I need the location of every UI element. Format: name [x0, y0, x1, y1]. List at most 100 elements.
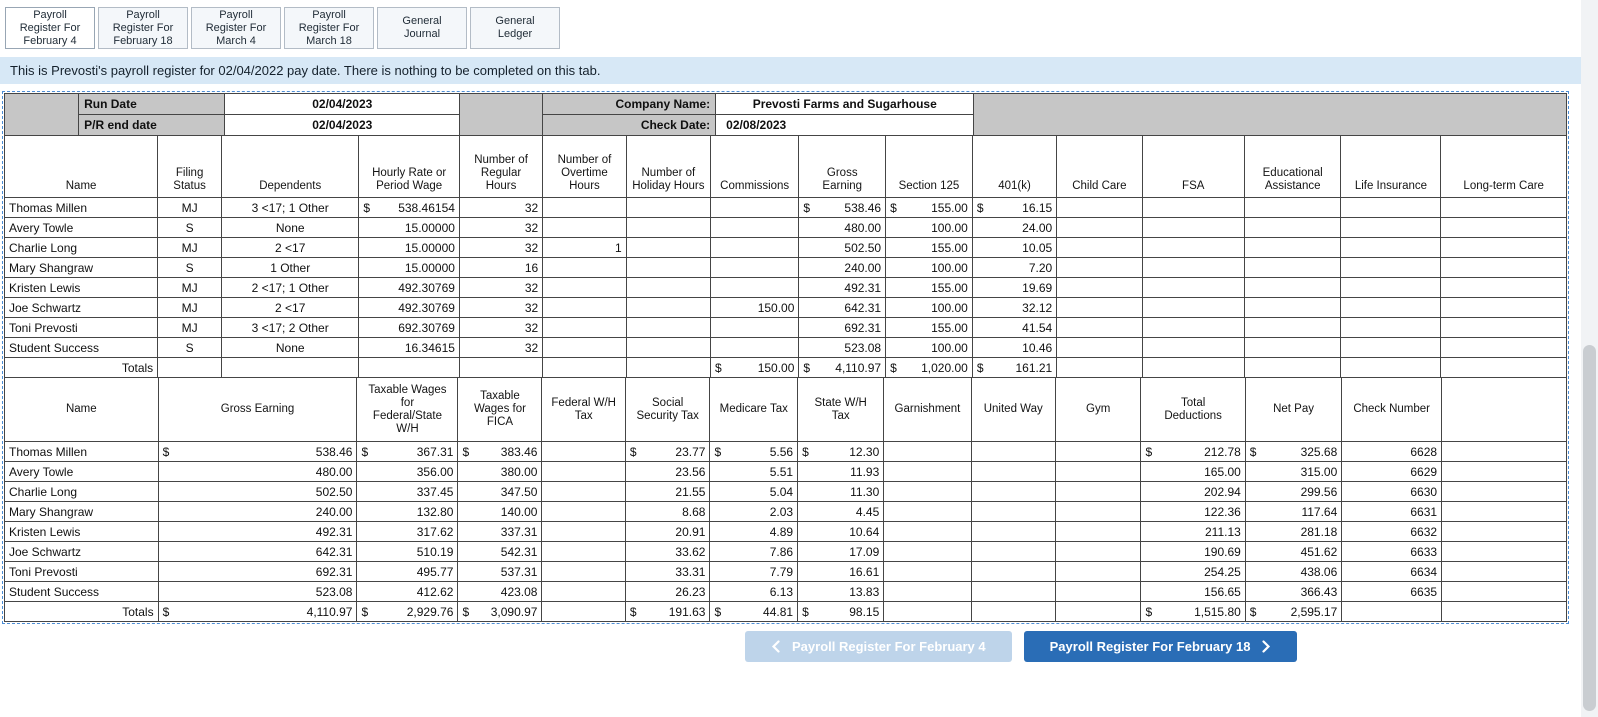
meta-fill [973, 93, 1567, 136]
pr-end-date-value: 02/04/2023 [224, 114, 461, 136]
cell [1340, 197, 1442, 218]
column-header: Federal W/H Tax [541, 377, 626, 442]
cell [1441, 521, 1567, 542]
prev-tab-button[interactable]: Payroll Register For February 4 [745, 631, 1012, 662]
tab-general-ledger[interactable]: General Ledger [470, 7, 560, 49]
cell [883, 541, 972, 562]
cell: 692.31 [798, 317, 887, 338]
cell [541, 601, 626, 622]
cell [883, 501, 972, 522]
cell: 537.31 [457, 561, 543, 582]
tab-general-journal[interactable]: General Journal [377, 7, 467, 49]
cell: 41.54 [971, 317, 1058, 338]
cell: 19.69 [971, 277, 1058, 298]
cell: 492.31 [157, 521, 358, 542]
cell [1440, 217, 1567, 238]
cell: 281.18 [1244, 521, 1343, 542]
cell [542, 317, 627, 338]
cell [1243, 217, 1342, 238]
cell: $3,090.97 [457, 601, 543, 622]
meta-corner [3, 93, 80, 136]
cell [625, 257, 711, 278]
next-tab-label: Payroll Register For February 18 [1049, 639, 1251, 654]
cell [883, 581, 972, 602]
cell [541, 561, 626, 582]
cell: 202.94 [1140, 481, 1246, 502]
tab-payroll-register-for-march-18[interactable]: Payroll Register For March 18 [284, 7, 374, 49]
cell: 642.31 [157, 541, 358, 562]
employee-row: Avery Towle S None 15.00000 32 480.00 100.00 24… [3, 217, 1567, 238]
cell: 4.89 [709, 521, 799, 542]
cell: $212.78 [1140, 441, 1246, 462]
cell: 480.00 [798, 217, 887, 238]
scrollbar-thumb[interactable] [1583, 345, 1596, 711]
cell: 2 <17 [221, 237, 360, 258]
cell [542, 217, 627, 238]
employee-row: Thomas Millen MJ 3 <17; 1 Other $538.46154 3… [3, 197, 1567, 218]
cell: 122.36 [1140, 501, 1246, 522]
cell [1054, 601, 1142, 622]
pr-end-date-label: P/R end date [78, 114, 226, 136]
column-header: Life Insurance [1340, 135, 1442, 198]
cell: 6634 [1341, 561, 1443, 582]
deductions-table: Name Gross Earning Taxable Wages for Feder… [4, 377, 1567, 622]
cell: $4,110.97 [157, 601, 358, 622]
employee-name: Charlie Long [4, 481, 159, 502]
cell: 6631 [1341, 501, 1443, 522]
cell: 254.25 [1140, 561, 1246, 582]
cell [541, 481, 626, 502]
tab-payroll-register-for-february-18[interactable]: Payroll Register For February 18 [98, 7, 188, 49]
cell [358, 357, 460, 378]
tab-payroll-register-for-february-4[interactable]: Payroll Register For February 4 [5, 7, 95, 49]
column-header: Filing Status [157, 135, 223, 198]
column-header: Gross Earning [157, 377, 358, 442]
chevron-left-icon [771, 640, 780, 653]
cell: 495.77 [356, 561, 459, 582]
vertical-scrollbar[interactable] [1581, 0, 1598, 717]
cell [709, 337, 800, 358]
cell [458, 357, 544, 378]
cell [625, 337, 711, 358]
employee-row: Joe Schwartz 642.31 510.19 542.31 33.62 7.86 1… [4, 541, 1567, 562]
cell: 165.00 [1140, 461, 1246, 482]
cell: 32 [458, 237, 544, 258]
cell: 211.13 [1140, 521, 1246, 542]
cell: MJ [157, 197, 223, 218]
totals-label: Totals [3, 357, 159, 378]
column-header: Hourly Rate or Period Wage [358, 135, 460, 198]
totals-row: Totals $4,110.97 $2,929.76 $3,090.97 $191.63… [4, 601, 1567, 622]
cell: 32 [458, 337, 544, 358]
cell: 510.19 [356, 541, 459, 562]
cell: $383.46 [457, 441, 543, 462]
column-header: 401(k) [971, 135, 1058, 198]
run-date-label: Run Date [78, 93, 226, 115]
employee-name: Charlie Long [3, 237, 159, 258]
cell: $44.81 [709, 601, 799, 622]
column-header: Taxable Wages for Federal/State W/H [356, 377, 459, 442]
cell: $2,595.17 [1244, 601, 1343, 622]
cell: 6635 [1341, 581, 1443, 602]
cell: 423.08 [457, 581, 543, 602]
cell [709, 257, 800, 278]
cell [970, 461, 1056, 482]
cell [1441, 581, 1567, 602]
cell: 8.68 [624, 501, 711, 522]
cell: $367.31 [356, 441, 459, 462]
cell: 451.62 [1244, 541, 1343, 562]
cell: 100.00 [885, 297, 973, 318]
cell: 492.31 [798, 277, 887, 298]
cell: 6628 [1341, 441, 1443, 462]
next-tab-button[interactable]: Payroll Register For February 18 [1023, 631, 1298, 662]
cell: 24.00 [971, 217, 1058, 238]
column-header: Taxable Wages for FICA [457, 377, 543, 442]
totals-label: Totals [4, 601, 159, 622]
cell: 140.00 [457, 501, 543, 522]
tab-payroll-register-for-march-4[interactable]: Payroll Register For March 4 [191, 7, 281, 49]
totals-row: Totals $150.00 $4,110.97 $1,020.00 $161.21 [3, 357, 1567, 378]
cell: $5.56 [709, 441, 799, 462]
cell: $16.15 [971, 197, 1058, 218]
employee-row: Student Success 523.08 412.62 423.08 26.23 6.… [4, 581, 1567, 602]
cell: 100.00 [885, 337, 973, 358]
cell: 438.06 [1244, 561, 1343, 582]
cell: 16.61 [797, 561, 885, 582]
